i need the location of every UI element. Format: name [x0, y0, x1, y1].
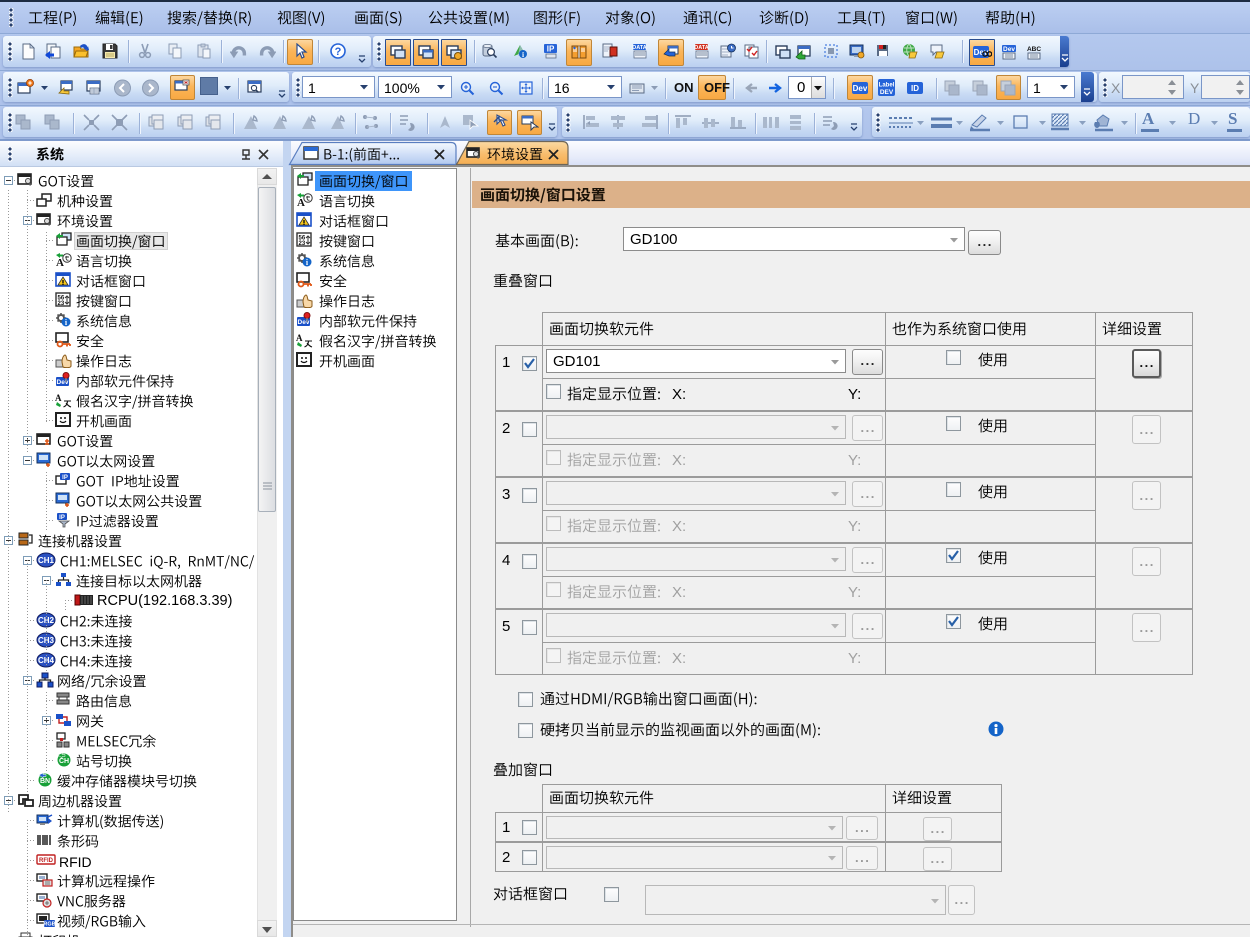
svg-text:ID: ID [911, 84, 919, 93]
svg-text:RGB: RGB [43, 922, 55, 928]
svg-text:A: A [55, 393, 62, 403]
svg-text:CH: CH [59, 758, 69, 765]
svg-text:CH1: CH1 [38, 556, 55, 565]
svg-text:DEV: DEV [880, 89, 894, 96]
svg-text:Label: Label [879, 83, 895, 89]
svg-text:RFID: RFID [39, 858, 54, 864]
svg-text:Dev: Dev [298, 319, 310, 326]
svg-text:DATA: DATA [632, 45, 646, 51]
svg-text:Dev: Dev [1003, 46, 1015, 53]
svg-text:Dev: Dev [853, 84, 868, 93]
svg-text:IP: IP [59, 515, 65, 521]
svg-text:?: ? [335, 46, 342, 58]
svg-text:Dev: Dev [57, 379, 69, 386]
svg-text:23: 23 [299, 241, 306, 247]
svg-text:BN: BN [40, 778, 50, 785]
svg-text:A: A [296, 333, 303, 343]
svg-text:23: 23 [58, 301, 65, 307]
svg-text:DATA: DATA [694, 45, 708, 51]
svg-text:IP: IP [62, 475, 68, 481]
svg-text:i: i [522, 50, 524, 59]
svg-text:ABC: ABC [1027, 46, 1041, 53]
svg-text:IP: IP [547, 45, 555, 54]
